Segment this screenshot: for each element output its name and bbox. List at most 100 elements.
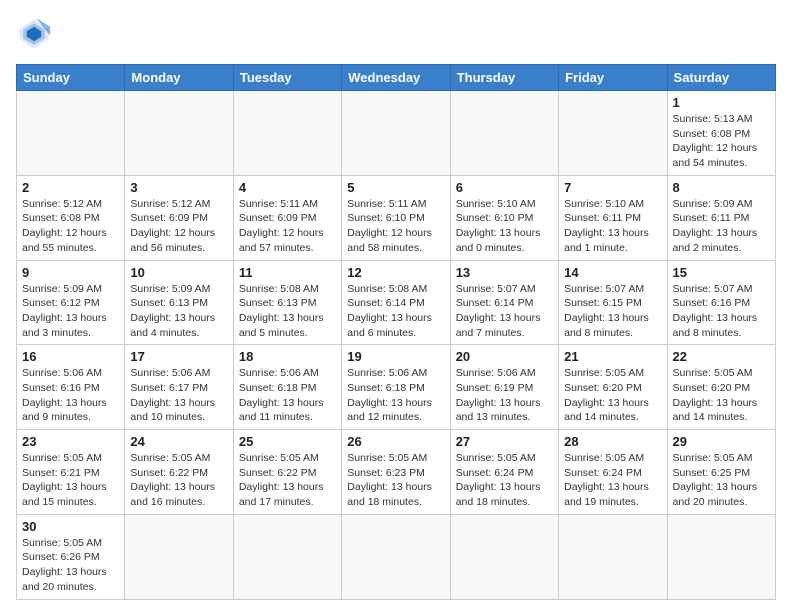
weekday-header: Saturday — [667, 65, 775, 91]
day-number: 10 — [130, 265, 227, 280]
day-info: Sunrise: 5:08 AM Sunset: 6:13 PM Dayligh… — [239, 282, 336, 341]
day-number: 17 — [130, 349, 227, 364]
calendar-cell — [125, 91, 233, 176]
calendar-cell — [125, 514, 233, 599]
day-info: Sunrise: 5:05 AM Sunset: 6:24 PM Dayligh… — [564, 451, 661, 510]
weekday-header: Sunday — [17, 65, 125, 91]
day-number: 8 — [673, 180, 770, 195]
day-info: Sunrise: 5:07 AM Sunset: 6:16 PM Dayligh… — [673, 282, 770, 341]
calendar-week-row: 30 Sunrise: 5:05 AM Sunset: 6:26 PM Dayli… — [17, 514, 776, 599]
day-number: 15 — [673, 265, 770, 280]
day-info: Sunrise: 5:11 AM Sunset: 6:10 PM Dayligh… — [347, 197, 444, 256]
day-number: 25 — [239, 434, 336, 449]
calendar-cell — [233, 514, 341, 599]
day-number: 14 — [564, 265, 661, 280]
day-number: 13 — [456, 265, 553, 280]
weekday-header: Wednesday — [342, 65, 450, 91]
day-number: 22 — [673, 349, 770, 364]
day-info: Sunrise: 5:05 AM Sunset: 6:20 PM Dayligh… — [564, 366, 661, 425]
day-number: 6 — [456, 180, 553, 195]
calendar-cell: 23 Sunrise: 5:05 AM Sunset: 6:21 PM Dayli… — [17, 430, 125, 515]
calendar-cell: 25Sunrise: 5:05 AM Sunset: 6:22 PM Dayli… — [233, 430, 341, 515]
calendar-header: SundayMondayTuesdayWednesdayThursdayFrid… — [17, 65, 776, 91]
day-number: 29 — [673, 434, 770, 449]
weekday-header: Monday — [125, 65, 233, 91]
day-info: Sunrise: 5:08 AM Sunset: 6:14 PM Dayligh… — [347, 282, 444, 341]
calendar: SundayMondayTuesdayWednesdayThursdayFrid… — [16, 64, 776, 600]
weekday-header: Thursday — [450, 65, 558, 91]
day-info: Sunrise: 5:05 AM Sunset: 6:25 PM Dayligh… — [673, 451, 770, 510]
day-number: 30 — [22, 519, 119, 534]
calendar-cell: 28Sunrise: 5:05 AM Sunset: 6:24 PM Dayli… — [559, 430, 667, 515]
calendar-cell — [342, 514, 450, 599]
calendar-cell: 1Sunrise: 5:13 AM Sunset: 6:08 PM Daylig… — [667, 91, 775, 176]
calendar-cell: 14 Sunrise: 5:07 AM Sunset: 6:15 PM Dayli… — [559, 260, 667, 345]
calendar-cell: 18 Sunrise: 5:06 AM Sunset: 6:18 PM Dayli… — [233, 345, 341, 430]
day-number: 2 — [22, 180, 119, 195]
calendar-cell: 13Sunrise: 5:07 AM Sunset: 6:14 PM Dayli… — [450, 260, 558, 345]
day-number: 16 — [22, 349, 119, 364]
calendar-cell — [17, 91, 125, 176]
day-info: Sunrise: 5:05 AM Sunset: 6:26 PM Dayligh… — [22, 536, 119, 595]
day-info: Sunrise: 5:05 AM Sunset: 6:21 PM Dayligh… — [22, 451, 119, 510]
calendar-cell: 3Sunrise: 5:12 AM Sunset: 6:09 PM Daylig… — [125, 175, 233, 260]
day-info: Sunrise: 5:05 AM Sunset: 6:22 PM Dayligh… — [130, 451, 227, 510]
calendar-cell: 12 Sunrise: 5:08 AM Sunset: 6:14 PM Dayli… — [342, 260, 450, 345]
day-number: 12 — [347, 265, 444, 280]
day-info: Sunrise: 5:10 AM Sunset: 6:11 PM Dayligh… — [564, 197, 661, 256]
calendar-cell: 27 Sunrise: 5:05 AM Sunset: 6:24 PM Dayli… — [450, 430, 558, 515]
day-number: 18 — [239, 349, 336, 364]
day-info: Sunrise: 5:11 AM Sunset: 6:09 PM Dayligh… — [239, 197, 336, 256]
weekday-header: Friday — [559, 65, 667, 91]
day-info: Sunrise: 5:05 AM Sunset: 6:23 PM Dayligh… — [347, 451, 444, 510]
weekday-header: Tuesday — [233, 65, 341, 91]
day-info: Sunrise: 5:13 AM Sunset: 6:08 PM Dayligh… — [673, 112, 770, 171]
calendar-cell — [667, 514, 775, 599]
logo — [16, 16, 58, 52]
calendar-cell: 30 Sunrise: 5:05 AM Sunset: 6:26 PM Dayli… — [17, 514, 125, 599]
calendar-week-row: 23 Sunrise: 5:05 AM Sunset: 6:21 PM Dayli… — [17, 430, 776, 515]
weekday-row: SundayMondayTuesdayWednesdayThursdayFrid… — [17, 65, 776, 91]
day-info: Sunrise: 5:10 AM Sunset: 6:10 PM Dayligh… — [456, 197, 553, 256]
calendar-cell: 11 Sunrise: 5:08 AM Sunset: 6:13 PM Dayli… — [233, 260, 341, 345]
day-info: Sunrise: 5:09 AM Sunset: 6:11 PM Dayligh… — [673, 197, 770, 256]
day-info: Sunrise: 5:07 AM Sunset: 6:15 PM Dayligh… — [564, 282, 661, 341]
calendar-cell: 7Sunrise: 5:10 AM Sunset: 6:11 PM Daylig… — [559, 175, 667, 260]
day-info: Sunrise: 5:05 AM Sunset: 6:20 PM Dayligh… — [673, 366, 770, 425]
day-number: 24 — [130, 434, 227, 449]
calendar-cell: 16 Sunrise: 5:06 AM Sunset: 6:16 PM Dayli… — [17, 345, 125, 430]
calendar-cell — [233, 91, 341, 176]
calendar-cell: 2Sunrise: 5:12 AM Sunset: 6:08 PM Daylig… — [17, 175, 125, 260]
calendar-body: 1Sunrise: 5:13 AM Sunset: 6:08 PM Daylig… — [17, 91, 776, 600]
page-header — [16, 16, 776, 52]
calendar-cell: 8 Sunrise: 5:09 AM Sunset: 6:11 PM Daylig… — [667, 175, 775, 260]
calendar-cell — [559, 514, 667, 599]
day-number: 23 — [22, 434, 119, 449]
day-number: 4 — [239, 180, 336, 195]
day-number: 19 — [347, 349, 444, 364]
calendar-week-row: 1Sunrise: 5:13 AM Sunset: 6:08 PM Daylig… — [17, 91, 776, 176]
day-number: 11 — [239, 265, 336, 280]
day-number: 3 — [130, 180, 227, 195]
calendar-cell: 4 Sunrise: 5:11 AM Sunset: 6:09 PM Daylig… — [233, 175, 341, 260]
calendar-cell: 26 Sunrise: 5:05 AM Sunset: 6:23 PM Dayli… — [342, 430, 450, 515]
calendar-week-row: 2Sunrise: 5:12 AM Sunset: 6:08 PM Daylig… — [17, 175, 776, 260]
day-number: 27 — [456, 434, 553, 449]
calendar-cell: 21 Sunrise: 5:05 AM Sunset: 6:20 PM Dayli… — [559, 345, 667, 430]
logo-icon — [16, 16, 52, 52]
day-info: Sunrise: 5:09 AM Sunset: 6:12 PM Dayligh… — [22, 282, 119, 341]
day-number: 21 — [564, 349, 661, 364]
day-number: 5 — [347, 180, 444, 195]
day-info: Sunrise: 5:06 AM Sunset: 6:18 PM Dayligh… — [239, 366, 336, 425]
calendar-cell: 20Sunrise: 5:06 AM Sunset: 6:19 PM Dayli… — [450, 345, 558, 430]
calendar-week-row: 9 Sunrise: 5:09 AM Sunset: 6:12 PM Daylig… — [17, 260, 776, 345]
day-info: Sunrise: 5:05 AM Sunset: 6:24 PM Dayligh… — [456, 451, 553, 510]
calendar-cell: 24 Sunrise: 5:05 AM Sunset: 6:22 PM Dayli… — [125, 430, 233, 515]
calendar-cell: 6 Sunrise: 5:10 AM Sunset: 6:10 PM Daylig… — [450, 175, 558, 260]
calendar-cell: 17Sunrise: 5:06 AM Sunset: 6:17 PM Dayli… — [125, 345, 233, 430]
day-number: 9 — [22, 265, 119, 280]
calendar-cell: 15 Sunrise: 5:07 AM Sunset: 6:16 PM Dayli… — [667, 260, 775, 345]
day-info: Sunrise: 5:06 AM Sunset: 6:16 PM Dayligh… — [22, 366, 119, 425]
day-number: 26 — [347, 434, 444, 449]
calendar-cell — [342, 91, 450, 176]
